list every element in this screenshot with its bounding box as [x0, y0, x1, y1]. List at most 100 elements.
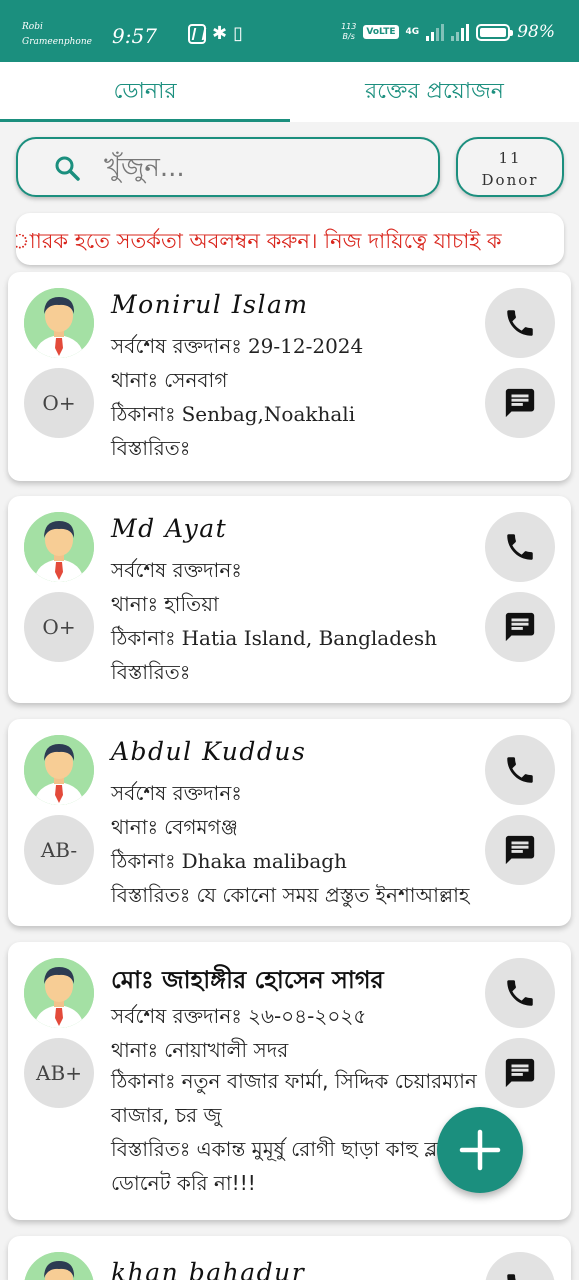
donor-card[interactable]: O+ Monirul Islam সর্বশেষ রক্তদানঃ 29-12-2… — [8, 272, 571, 481]
battery-percent: 98% — [517, 22, 555, 42]
address-row: ঠিকানাঃ নতুন বাজার ফার্মা, সিদ্দিক চেয়ার… — [111, 1064, 491, 1132]
search-icon — [55, 156, 80, 181]
donor-name: Monirul Islam — [111, 290, 309, 319]
thana-row: থানাঃ হাতিয়া — [111, 590, 219, 623]
person-avatar-icon — [24, 512, 94, 582]
address-row: ঠিকানাঃ Dhaka malibagh — [111, 847, 347, 880]
tab-bar: ডোনার রক্তের প্রয়োজন — [0, 62, 579, 122]
donor-name: Md Ayat — [111, 514, 228, 543]
address-label: ঠিকানাঃ — [111, 402, 176, 426]
last-donation-label: সর্বশেষ রক্তদানঃ — [111, 558, 242, 582]
thana-value: সেনবাগ — [164, 368, 228, 392]
signal-icon — [426, 23, 445, 41]
details-label: বিস্তারিতঃ — [111, 883, 191, 907]
warning-banner: াারক হতে সতর্কতা অবলম্বন করুন। নিজ দায়ি… — [16, 213, 564, 265]
donor-card[interactable]: O+ Md Ayat সর্বশেষ রক্তদানঃ থানাঃ হাতিয়া… — [8, 496, 571, 703]
details-label: বিস্তারিতঃ — [111, 660, 191, 684]
phone-icon — [507, 1274, 516, 1280]
bluetooth-icon: ✱ — [212, 23, 228, 44]
details-label: বিস্তারিতঃ — [111, 436, 191, 460]
message-icon — [505, 835, 535, 865]
volte-badge: VoLTE — [363, 25, 399, 39]
battery-icon — [476, 23, 514, 41]
call-button[interactable] — [485, 512, 555, 582]
carrier-2: Grameenphone — [22, 37, 92, 47]
phone-icon — [507, 757, 533, 783]
carrier-1: Robi — [22, 22, 43, 32]
thana-label: থানাঃ — [111, 1038, 159, 1062]
phone-icon — [507, 534, 533, 560]
last-donation-row: সর্বশেষ রক্তদানঃ — [111, 779, 248, 812]
donor-card[interactable]: khan bahadur — [8, 1236, 571, 1280]
last-donation-value: 29-12-2024 — [247, 334, 364, 358]
thana-value: হাতিয়া — [164, 592, 219, 616]
phone-icon — [507, 310, 533, 336]
person-avatar-icon — [24, 288, 94, 358]
message-icon — [505, 1058, 535, 1088]
address-label: ঠিকানাঃ — [111, 626, 176, 650]
thana-label: থানাঃ — [111, 592, 159, 616]
person-avatar-icon — [24, 958, 94, 1028]
status-icons-left: ✱ ▯ — [188, 24, 243, 44]
donor-name: মোঃ জাহাঙ্গীর হোসেন সাগর — [111, 966, 384, 994]
speed-unit: B/s — [342, 32, 355, 41]
donor-card[interactable]: AB- Abdul Kuddus সর্বশেষ রক্তদানঃ থানাঃ ব… — [8, 719, 571, 926]
message-icon — [505, 388, 535, 418]
speed-value: 113 — [341, 22, 357, 31]
donor-name: khan bahadur — [111, 1258, 306, 1280]
donor-count-label: Donor — [481, 171, 539, 189]
add-donor-button[interactable] — [437, 1107, 523, 1193]
tab-donor[interactable]: ডোনার — [0, 62, 290, 122]
last-donation-row: সর্বশেষ রক্তদানঃ ২৬-০৪-২০২৫ — [111, 1002, 366, 1035]
network-speed: 113 B/s — [341, 22, 356, 42]
search-input[interactable] — [104, 149, 424, 187]
message-button[interactable] — [485, 592, 555, 662]
blood-group-badge: AB+ — [24, 1038, 94, 1108]
signal-2-icon — [451, 23, 470, 41]
carrier-names: Robi Grameenphone — [22, 20, 92, 50]
blood-group-badge: O+ — [24, 592, 94, 662]
details-value: যে কোনো সময় প্রস্তুত ইনশাআল্লাহ — [196, 883, 470, 907]
last-donation-value: ২৬-০৪-২০২৫ — [247, 1004, 367, 1028]
status-bar: Robi Grameenphone 9:57 ✱ ▯ 113 B/s VoLTE… — [0, 0, 579, 62]
network-type: 4G — [405, 26, 420, 37]
address-value: Senbag,Noakhali — [181, 402, 356, 426]
blood-group-badge: O+ — [24, 368, 94, 438]
details-row: বিস্তারিতঃ — [111, 658, 196, 691]
last-donation-row: সর্বশেষ রক্তদানঃ — [111, 556, 248, 589]
details-label: বিস্তারিতঃ — [111, 1137, 191, 1161]
message-button[interactable] — [485, 815, 555, 885]
call-button[interactable] — [485, 958, 555, 1028]
details-row: বিস্তারিতঃ — [111, 434, 196, 467]
thana-row: থানাঃ সেনবাগ — [111, 366, 227, 399]
tab-blood-request[interactable]: রক্তের প্রয়োজন — [290, 62, 579, 122]
details-row: বিস্তারিতঃ একান্ত মুমূর্ষু রোগী ছাড়া কাহ… — [111, 1132, 491, 1200]
message-button[interactable] — [485, 368, 555, 438]
donor-count-number: 11 — [498, 149, 522, 167]
address-row: ঠিকানাঃ Hatia Island, Bangladesh — [111, 624, 437, 657]
status-icons-right: 113 B/s VoLTE 4G 98% — [341, 22, 555, 42]
message-button[interactable] — [485, 1038, 555, 1108]
call-button[interactable] — [485, 1252, 555, 1280]
address-label: ঠিকানাঃ — [111, 849, 176, 873]
last-donation-label: সর্বশেষ রক্তদানঃ — [111, 334, 242, 358]
thana-label: থানাঃ — [111, 815, 159, 839]
nfc-icon — [188, 24, 206, 44]
thana-row: থানাঃ বেগমগঞ্জ — [111, 813, 238, 846]
message-icon — [505, 612, 535, 642]
call-button[interactable] — [485, 735, 555, 805]
blood-group-badge: AB- — [24, 815, 94, 885]
call-button[interactable] — [485, 288, 555, 358]
person-avatar-icon — [24, 1252, 94, 1280]
thana-value: নোয়াখালী সদর — [164, 1038, 289, 1062]
plus-icon — [459, 1129, 501, 1171]
active-tab-indicator — [0, 119, 290, 122]
address-label: ঠিকানাঃ — [111, 1069, 176, 1093]
donor-name: Abdul Kuddus — [111, 737, 307, 766]
phone-icon — [507, 980, 533, 1006]
thana-value: বেগমগঞ্জ — [164, 815, 238, 839]
search-box[interactable] — [16, 137, 440, 197]
details-row: বিস্তারিতঃ যে কোনো সময় প্রস্তুত ইনশাআল্ল… — [111, 881, 469, 914]
clock: 9:57 — [112, 24, 157, 48]
last-donation-label: সর্বশেষ রক্তদানঃ — [111, 1004, 242, 1028]
